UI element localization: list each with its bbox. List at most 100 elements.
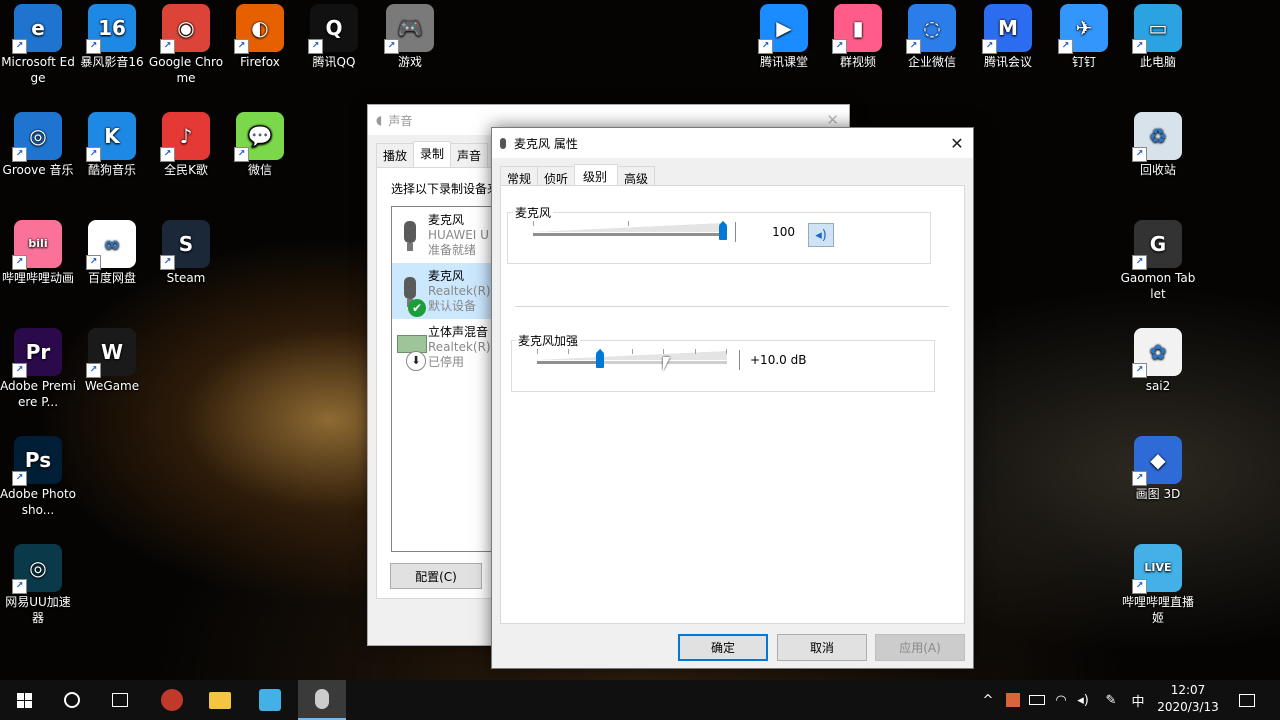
task-view-button[interactable] bbox=[96, 680, 144, 720]
game-controller-icon: 🎮 ↗ bbox=[384, 4, 434, 54]
battery-status[interactable] bbox=[1026, 680, 1048, 720]
tencent-classroom-icon: ▶ ↗ bbox=[758, 4, 808, 54]
icon-glyph: ✿ bbox=[1149, 340, 1167, 364]
desktop-icon[interactable]: ◎ ↗ Groove 音乐 bbox=[0, 112, 76, 178]
mic-boost-slider[interactable] bbox=[537, 348, 727, 378]
desktop-icon[interactable]: S ↗ Steam bbox=[148, 220, 224, 286]
action-center-button[interactable] bbox=[1230, 680, 1264, 720]
mic-properties-titlebar[interactable]: 麦克风 属性 ✕ bbox=[492, 128, 973, 158]
microphone-icon bbox=[500, 137, 506, 149]
desktop-icon[interactable]: ✿ ↗ sai2 bbox=[1120, 328, 1196, 394]
desktop-icon[interactable]: ◌ ↗ 企业微信 bbox=[894, 4, 970, 70]
cortana-circle-icon bbox=[64, 692, 80, 708]
volume-control[interactable]: ◂) bbox=[1072, 680, 1094, 720]
desktop-icon[interactable]: ✈ ↗ 钉钉 bbox=[1046, 4, 1122, 70]
tab-recording[interactable]: 录制 bbox=[413, 141, 452, 167]
pen-workspace[interactable]: ✎ bbox=[1100, 680, 1122, 720]
configure-button[interactable]: 配置(C) bbox=[390, 563, 482, 589]
tray-app-icon bbox=[1006, 693, 1020, 707]
clock-date: 2020/3/13 bbox=[1157, 700, 1219, 714]
desktop-icon[interactable]: ◎ ↗ 网易UU加速器 bbox=[0, 544, 76, 626]
icon-glyph: ◉ bbox=[177, 16, 195, 40]
desktop-icon-label: Groove 音乐 bbox=[2, 163, 74, 177]
network-status[interactable]: ◠ bbox=[1050, 680, 1072, 720]
microphone-icon bbox=[392, 207, 428, 263]
wegame-icon: W ↗ bbox=[86, 328, 136, 378]
desktop-icon[interactable]: ♪ ↗ 全民K歌 bbox=[148, 112, 224, 178]
desktop-icon[interactable]: 16 ↗ 暴风影音16 bbox=[74, 4, 150, 70]
apply-button[interactable]: 应用(A) bbox=[875, 634, 965, 661]
desktop-icon[interactable]: W ↗ WeGame bbox=[74, 328, 150, 394]
taskbar-app-explorer[interactable] bbox=[196, 680, 244, 720]
desktop-icon[interactable]: e ↗ Microsoft Edge bbox=[0, 4, 76, 86]
desktop-icon[interactable]: Ps ↗ Adobe Photosho... bbox=[0, 436, 76, 518]
clock[interactable]: 12:07 2020/3/13 bbox=[1152, 682, 1224, 718]
desktop-icon[interactable]: LIVE ↗ 哔哩哔哩直播姬 bbox=[1120, 544, 1196, 626]
desktop-icon-label: Google Chrome bbox=[148, 55, 224, 85]
mute-toggle-button[interactable]: ◂) bbox=[808, 223, 834, 247]
device-status: 已停用 bbox=[428, 355, 465, 369]
tab-playback[interactable]: 播放 bbox=[376, 143, 415, 167]
circuit-board-icon: ⬇ bbox=[392, 319, 428, 375]
taskbar-app-sound-settings[interactable] bbox=[298, 680, 346, 720]
desktop-icon[interactable]: Q ↗ 腾讯QQ bbox=[296, 4, 372, 70]
icon-glyph: e bbox=[31, 16, 45, 40]
dingtalk-icon: ✈ ↗ bbox=[1058, 4, 1108, 54]
separator bbox=[515, 306, 949, 307]
this-pc-icon: ▭ ↗ bbox=[1132, 4, 1182, 54]
mic-level-label: 麦克风 bbox=[513, 204, 554, 221]
shortcut-arrow-icon: ↗ bbox=[308, 39, 323, 54]
desktop-icon[interactable]: ♻ ↗ 回收站 bbox=[1120, 112, 1196, 178]
desktop-icon-label: 钉钉 bbox=[1071, 55, 1096, 69]
desktop-icon[interactable]: ∞ ↗ 百度网盘 bbox=[74, 220, 150, 286]
tab-sounds[interactable]: 声音 bbox=[450, 143, 489, 167]
mic-level-thumb[interactable] bbox=[719, 221, 727, 240]
ok-button[interactable]: 确定 bbox=[678, 634, 768, 661]
tray-app[interactable] bbox=[1002, 680, 1024, 720]
desktop-icon-label: 酷狗音乐 bbox=[87, 163, 136, 177]
desktop-icon[interactable]: bili ↗ 哔哩哔哩动画 bbox=[0, 220, 76, 286]
edge-icon: e ↗ bbox=[12, 4, 62, 54]
icon-glyph: K bbox=[104, 124, 120, 148]
cancel-button[interactable]: 取消 bbox=[777, 634, 867, 661]
battery-icon bbox=[1029, 695, 1045, 705]
icon-glyph: ◎ bbox=[29, 556, 47, 580]
desktop-icon[interactable]: ◆ ↗ 画图 3D bbox=[1120, 436, 1196, 502]
desktop-icon[interactable]: G ↗ Gaomon Tablet bbox=[1120, 220, 1196, 302]
desktop-icon[interactable]: M ↗ 腾讯会议 bbox=[970, 4, 1046, 70]
desktop-icon[interactable]: Pr ↗ Adobe Premiere P... bbox=[0, 328, 76, 410]
icon-glyph: Q bbox=[325, 16, 343, 40]
firefox-icon: ◐ ↗ bbox=[234, 4, 284, 54]
search-button[interactable] bbox=[48, 680, 96, 720]
desktop-icon[interactable]: ▶ ↗ 腾讯课堂 bbox=[746, 4, 822, 70]
close-button[interactable]: ✕ bbox=[941, 128, 973, 158]
start-button[interactable] bbox=[0, 680, 48, 720]
close-icon: ✕ bbox=[950, 133, 964, 153]
desktop-icon[interactable]: ◉ ↗ Google Chrome bbox=[148, 4, 224, 86]
desktop-icon[interactable]: ▮ ↗ 群视频 bbox=[820, 4, 896, 70]
icon-glyph: ◐ bbox=[251, 16, 269, 40]
mic-boost-thumb[interactable] bbox=[596, 349, 604, 368]
shortcut-arrow-icon: ↗ bbox=[234, 147, 249, 162]
mic-boost-label: 麦克风加强 bbox=[516, 332, 581, 349]
desktop-icon[interactable]: ▭ ↗ 此电脑 bbox=[1120, 4, 1196, 70]
input-method-indicator[interactable]: 中 bbox=[1126, 680, 1150, 720]
taskbar-app-bilibili-live[interactable] bbox=[246, 680, 294, 720]
desktop-icon[interactable]: 💬 ↗ 微信 bbox=[222, 112, 298, 178]
show-hidden-icons[interactable]: ^ bbox=[978, 680, 998, 720]
device-status: 准备就绪 bbox=[428, 243, 477, 257]
mic-level-slider[interactable] bbox=[533, 220, 727, 250]
icon-glyph: Ps bbox=[24, 448, 52, 472]
icon-glyph: S bbox=[178, 232, 194, 256]
shortcut-arrow-icon: ↗ bbox=[160, 147, 175, 162]
pen-icon: ✎ bbox=[1105, 692, 1117, 708]
mic-properties-dialog[interactable]: 麦克风 属性 ✕ 常规 侦听 级别 高级 麦克风 100 ◂) 麦克风加强 +1… bbox=[491, 127, 974, 669]
desktop-icon[interactable]: K ↗ 酷狗音乐 bbox=[74, 112, 150, 178]
mic-level-value[interactable]: 100 bbox=[735, 222, 799, 242]
taskbar-app-ccleaner[interactable] bbox=[148, 680, 196, 720]
desktop-icon[interactable]: ◐ ↗ Firefox bbox=[222, 4, 298, 70]
icon-glyph: ▶ bbox=[776, 16, 792, 40]
shortcut-arrow-icon: ↗ bbox=[982, 39, 997, 54]
sound-settings-icon bbox=[315, 689, 329, 709]
desktop-icon[interactable]: 🎮 ↗ 游戏 bbox=[372, 4, 448, 70]
